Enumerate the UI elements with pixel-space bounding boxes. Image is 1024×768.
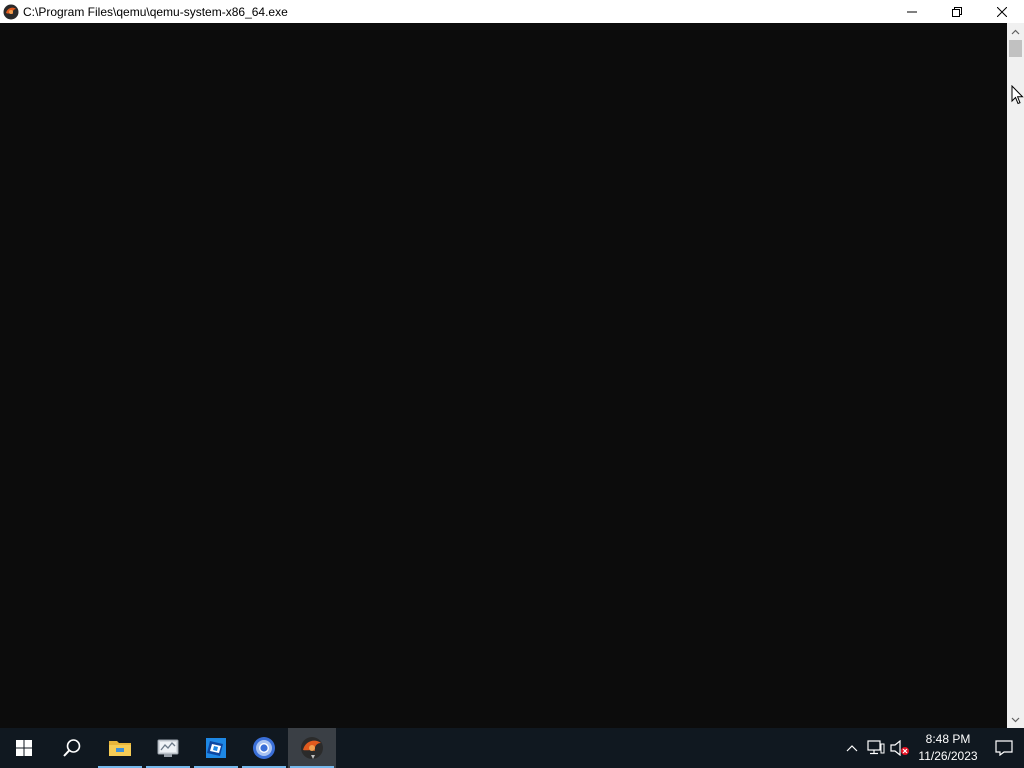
action-center-button[interactable] bbox=[984, 728, 1024, 768]
vertical-scrollbar[interactable] bbox=[1007, 23, 1024, 728]
scroll-down-button[interactable] bbox=[1007, 711, 1024, 728]
restore-icon bbox=[951, 6, 962, 17]
title-bar[interactable]: C:\Program Files\qemu\qemu-system-x86_64… bbox=[0, 0, 1024, 23]
window-controls bbox=[889, 0, 1024, 23]
chevron-up-icon bbox=[1011, 29, 1020, 34]
network-tray-button[interactable] bbox=[864, 728, 888, 768]
minimize-icon bbox=[906, 11, 917, 12]
server-manager-icon bbox=[157, 739, 179, 757]
network-icon bbox=[867, 740, 885, 755]
chrome-button[interactable] bbox=[240, 728, 288, 768]
qemu-icon bbox=[301, 737, 323, 759]
clock[interactable]: 8:48 PM 11/26/2023 bbox=[912, 728, 984, 768]
server-manager-button[interactable] bbox=[144, 728, 192, 768]
chrome-icon bbox=[253, 737, 275, 759]
chevron-down-icon bbox=[1011, 717, 1020, 722]
restore-button[interactable] bbox=[934, 0, 979, 23]
qemu-button[interactable] bbox=[288, 728, 336, 768]
clock-date: 11/26/2023 bbox=[918, 749, 978, 763]
volume-muted-icon bbox=[890, 740, 909, 756]
minimize-button[interactable] bbox=[889, 0, 934, 23]
window-title: C:\Program Files\qemu\qemu-system-x86_64… bbox=[23, 4, 288, 19]
chevron-up-icon bbox=[846, 745, 858, 752]
qemu-window: C:\Program Files\qemu\qemu-system-x86_64… bbox=[0, 0, 1024, 728]
scroll-up-button[interactable] bbox=[1007, 23, 1024, 40]
taskbar: 8:48 PM 11/26/2023 bbox=[0, 728, 1024, 768]
search-icon bbox=[63, 739, 81, 757]
system-tray: 8:48 PM 11/26/2023 bbox=[840, 728, 1024, 768]
folder-icon bbox=[109, 741, 131, 756]
close-button[interactable] bbox=[979, 0, 1024, 23]
action-center-icon bbox=[995, 740, 1013, 756]
clock-time: 8:48 PM bbox=[925, 732, 971, 746]
show-hidden-icons-button[interactable] bbox=[840, 728, 864, 768]
windows-logo-icon bbox=[16, 740, 32, 756]
roblox-studio-button[interactable] bbox=[192, 728, 240, 768]
volume-tray-button[interactable] bbox=[888, 728, 912, 768]
qemu-icon[interactable] bbox=[3, 4, 19, 20]
close-icon bbox=[996, 6, 1007, 17]
start-button[interactable] bbox=[0, 728, 48, 768]
mouse-cursor-icon bbox=[1011, 85, 1024, 105]
file-explorer-button[interactable] bbox=[96, 728, 144, 768]
search-button[interactable] bbox=[48, 728, 96, 768]
scroll-thumb[interactable] bbox=[1009, 40, 1022, 57]
roblox-studio-icon bbox=[206, 738, 226, 758]
console-output[interactable] bbox=[0, 23, 1007, 728]
